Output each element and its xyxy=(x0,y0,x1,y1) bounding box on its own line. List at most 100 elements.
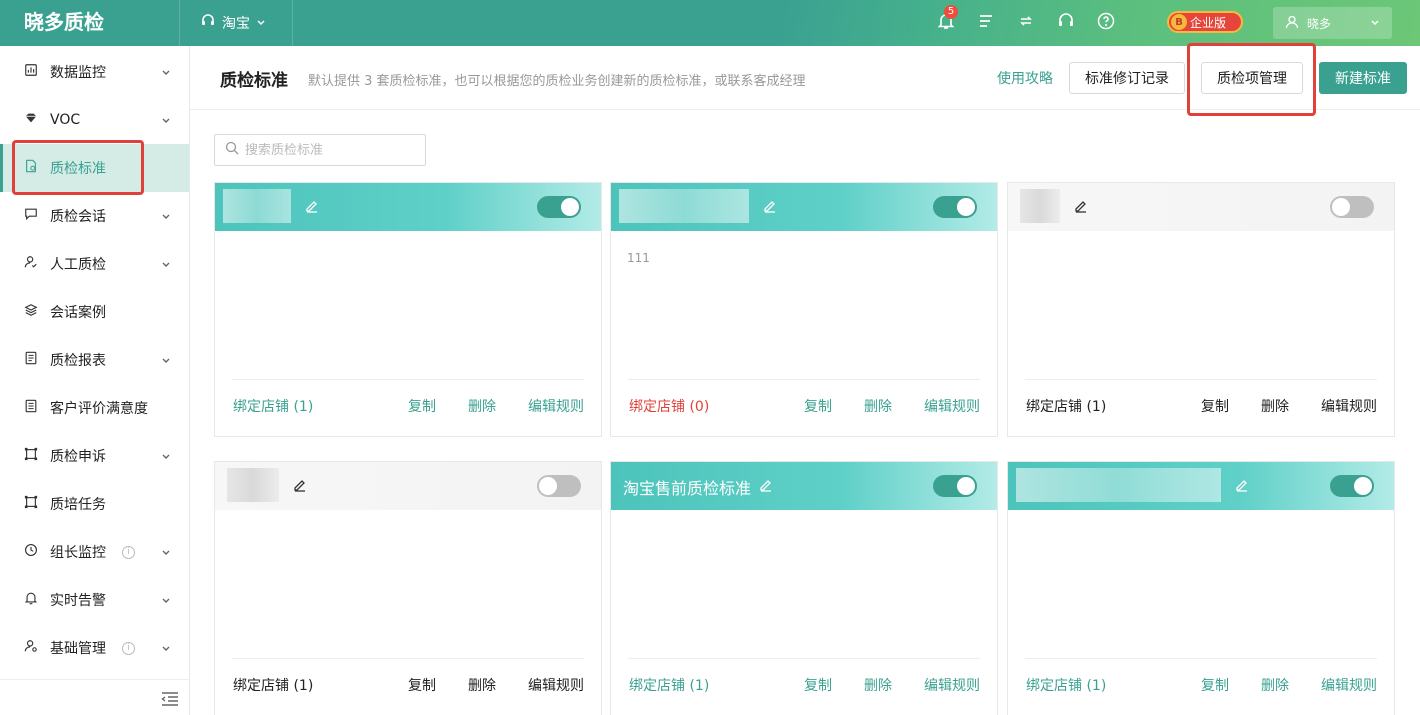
delete-button[interactable]: 删除 xyxy=(864,396,892,416)
edit-rules-button[interactable]: 编辑规则 xyxy=(1321,675,1377,695)
app-logo[interactable]: 晓多质检 xyxy=(0,0,180,46)
toggle-knob xyxy=(539,477,557,495)
sidebar-item[interactable]: VOC xyxy=(0,96,189,144)
card-footer: 绑定店铺 (1) 复制 删除 编辑规则 xyxy=(232,379,584,421)
user-icon xyxy=(1285,15,1299,32)
toggle-knob xyxy=(1332,198,1350,216)
edit-rules-button[interactable]: 编辑规则 xyxy=(1321,396,1377,416)
sidebar-item[interactable]: 质检标准 xyxy=(0,144,189,192)
toggle-knob xyxy=(561,198,579,216)
edit-pencil-icon[interactable] xyxy=(1235,478,1249,496)
copy-button[interactable]: 复制 xyxy=(408,675,436,695)
sidebar-item[interactable]: 人工质检 xyxy=(0,240,189,288)
report-icon xyxy=(24,351,38,369)
edit-rules-button[interactable]: 编辑规则 xyxy=(528,396,584,416)
enable-toggle[interactable] xyxy=(1330,475,1374,497)
sync-icon xyxy=(1017,12,1035,34)
edit-pencil-icon[interactable] xyxy=(763,199,777,217)
inspection-items-manage-button[interactable]: 质检项管理 xyxy=(1201,62,1303,94)
chevron-down-icon xyxy=(161,209,171,225)
edit-pencil-icon[interactable] xyxy=(1074,199,1088,217)
edit-pencil-icon[interactable] xyxy=(293,478,307,496)
bell-icon xyxy=(24,591,38,609)
sidebar-item[interactable]: 质检会话 xyxy=(0,192,189,240)
card-title-redacted xyxy=(1020,189,1060,223)
card-description: 111 xyxy=(627,251,650,265)
delete-button[interactable]: 删除 xyxy=(864,675,892,695)
headset-icon xyxy=(1057,12,1075,34)
new-standard-button[interactable]: 新建标准 xyxy=(1319,62,1407,94)
sidebar-item-label: 组长监控 xyxy=(50,545,106,561)
bind-shops-link[interactable]: 绑定店铺 (1) xyxy=(233,396,313,416)
bind-shops-link[interactable]: 绑定店铺 (0) xyxy=(629,396,709,416)
standard-card: 绑定店铺 (1) 复制 删除 编辑规则 xyxy=(214,182,602,437)
sidebar-item[interactable]: 质培任务 xyxy=(0,480,189,528)
sidebar-item[interactable]: 组长监控 i xyxy=(0,528,189,576)
notification-count-badge: 5 xyxy=(944,5,958,19)
sidebar-item[interactable]: 实时告警 xyxy=(0,576,189,624)
enable-toggle[interactable] xyxy=(1330,196,1374,218)
enable-toggle[interactable] xyxy=(933,475,977,497)
copy-button[interactable]: 复制 xyxy=(1201,396,1229,416)
edit-pencil-icon[interactable] xyxy=(759,478,773,496)
collapse-sidebar-icon[interactable] xyxy=(161,692,179,710)
chevron-down-icon xyxy=(161,449,171,465)
copy-button[interactable]: 复制 xyxy=(804,396,832,416)
card-header xyxy=(611,183,997,231)
bind-shops-link[interactable]: 绑定店铺 (1) xyxy=(629,675,709,695)
delete-button[interactable]: 删除 xyxy=(468,675,496,695)
enable-toggle[interactable] xyxy=(537,475,581,497)
toggle-knob xyxy=(957,477,975,495)
help-button[interactable] xyxy=(1086,10,1126,36)
delete-button[interactable]: 删除 xyxy=(1261,396,1289,416)
user-check-icon xyxy=(24,255,38,273)
bar-chart-icon xyxy=(24,63,38,81)
revision-history-button[interactable]: 标准修订记录 xyxy=(1069,62,1185,94)
sync-button[interactable] xyxy=(1006,10,1046,36)
sidebar-item-label: 实时告警 xyxy=(50,593,106,609)
edit-rules-button[interactable]: 编辑规则 xyxy=(924,675,980,695)
delete-button[interactable]: 删除 xyxy=(1261,675,1289,695)
usage-guide-link[interactable]: 使用攻略 xyxy=(997,68,1053,88)
bind-shops-link[interactable]: 绑定店铺 (1) xyxy=(1026,396,1106,416)
enable-toggle[interactable] xyxy=(537,196,581,218)
enable-toggle[interactable] xyxy=(933,196,977,218)
bind-shops-link[interactable]: 绑定店铺 (1) xyxy=(1026,675,1106,695)
enterprise-icon: B xyxy=(1171,14,1187,30)
chevron-down-icon xyxy=(161,593,171,609)
notification-button[interactable]: 5 xyxy=(926,5,966,36)
bind-shops-link[interactable]: 绑定店铺 (1) xyxy=(233,675,313,695)
card-title: 淘宝售前质检标准 xyxy=(623,479,752,498)
card-title-redacted xyxy=(227,468,279,502)
sidebar-item[interactable]: 基础管理 i xyxy=(0,624,189,672)
sidebar-item[interactable]: 数据监控 xyxy=(0,48,189,96)
sidebar-item[interactable]: 会话案例 xyxy=(0,288,189,336)
sidebar-item-label: 质培任务 xyxy=(50,497,106,513)
headset-icon xyxy=(200,13,216,33)
edit-rules-button[interactable]: 编辑规则 xyxy=(528,675,584,695)
copy-button[interactable]: 复制 xyxy=(1201,675,1229,695)
sidebar-item-label: 质检报表 xyxy=(50,353,106,369)
card-header xyxy=(215,183,601,231)
copy-button[interactable]: 复制 xyxy=(804,675,832,695)
support-button[interactable] xyxy=(1046,10,1086,36)
info-icon[interactable]: i xyxy=(122,545,135,559)
copy-button[interactable]: 复制 xyxy=(408,396,436,416)
info-icon[interactable]: i xyxy=(122,641,135,655)
sidebar-item[interactable]: 质检报表 xyxy=(0,336,189,384)
user-settings-icon xyxy=(24,639,38,657)
card-title-redacted xyxy=(223,189,291,223)
edit-pencil-icon[interactable] xyxy=(305,199,319,217)
sidebar-item[interactable]: 客户评价满意度 xyxy=(0,384,189,432)
delete-button[interactable]: 删除 xyxy=(468,396,496,416)
card-footer: 绑定店铺 (1) 复制 删除 编辑规则 xyxy=(1025,658,1377,700)
shop-switcher[interactable]: 淘宝 xyxy=(180,0,293,46)
task-list-button[interactable] xyxy=(966,10,1006,36)
chevron-down-icon xyxy=(161,641,171,657)
edit-rules-button[interactable]: 编辑规则 xyxy=(924,396,980,416)
user-menu[interactable]: 晓多 xyxy=(1273,7,1392,39)
search-input[interactable] xyxy=(245,142,415,158)
sidebar-item[interactable]: 质检申诉 xyxy=(0,432,189,480)
chat-bubble-icon xyxy=(24,207,38,225)
enterprise-badge[interactable]: B 企业版 xyxy=(1167,11,1243,33)
